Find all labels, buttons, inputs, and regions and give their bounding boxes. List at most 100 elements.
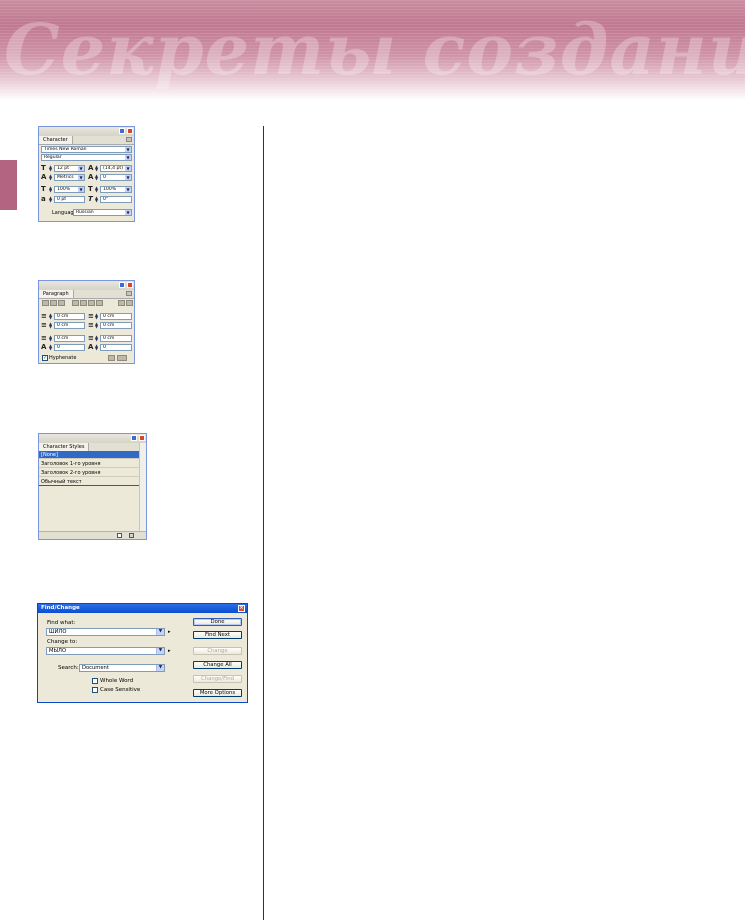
skew-stepper[interactable]: ▲ ▼ [95, 196, 99, 203]
space-after-field[interactable]: 0 cm [100, 335, 132, 342]
minimize-icon[interactable] [119, 128, 125, 134]
close-icon[interactable] [127, 128, 133, 134]
font-size-field[interactable]: 12 pt ▼ [54, 165, 85, 172]
change-find-button[interactable]: Change/Find [193, 675, 242, 683]
leading-field[interactable]: (14,4 pt) ▼ [100, 165, 132, 172]
chevron-down-icon[interactable]: ▼ [125, 175, 131, 180]
change-to-input[interactable]: МЫЛО ▼ [46, 647, 165, 655]
styles-scrollbar[interactable] [139, 443, 146, 534]
case-sensitive-checkbox[interactable] [92, 687, 98, 693]
horizontal-scale-field[interactable]: 100% ▼ [100, 186, 132, 193]
list-item[interactable]: [None] [39, 451, 140, 459]
drop-cap-lines-stepper[interactable]: ▲ ▼ [49, 344, 53, 351]
kerning-field[interactable]: Metrics ▼ [54, 174, 85, 181]
tab-character[interactable]: Character [39, 136, 73, 144]
baseline-shift-field[interactable]: 0 pt [54, 196, 85, 203]
align-left-icon[interactable] [42, 300, 49, 306]
drop-cap-chars-stepper[interactable]: ▲ ▼ [95, 344, 99, 351]
font-family-select[interactable]: Times New Roman ▼ [41, 146, 132, 153]
palette-menu-icon[interactable] [126, 137, 132, 142]
close-icon[interactable] [139, 435, 145, 441]
chevron-down-icon[interactable]: ▼ [125, 187, 131, 192]
font-style-select[interactable]: Regular ▼ [41, 154, 132, 161]
space-before-stepper[interactable]: ▲ ▼ [49, 335, 53, 342]
left-indent-field[interactable]: 0 cm [54, 313, 85, 320]
special-chars-icon[interactable]: ▸ [168, 629, 171, 635]
find-what-value: ШИЛО [49, 629, 67, 635]
first-line-indent-field[interactable]: 0 cm [54, 322, 85, 329]
palette-menu-icon[interactable] [126, 291, 132, 296]
palette-titlebar[interactable] [39, 434, 146, 443]
dialog-titlebar[interactable]: Find/Change × [38, 604, 247, 613]
align-away-spine-icon[interactable] [126, 300, 133, 306]
change-button[interactable]: Change [193, 647, 242, 655]
tab-paragraph[interactable]: Paragraph [39, 290, 74, 298]
align-center-icon[interactable] [50, 300, 57, 306]
right-indent-stepper[interactable]: ▲ ▼ [95, 313, 99, 320]
leading-stepper[interactable]: ▲ ▼ [95, 165, 99, 172]
close-icon[interactable]: × [238, 605, 245, 612]
chevron-down-icon[interactable]: ▼ [156, 629, 164, 635]
more-options-button[interactable]: More Options [193, 689, 242, 697]
chevron-down-icon[interactable]: ▼ [78, 166, 84, 171]
close-icon[interactable] [127, 282, 133, 288]
list-item[interactable]: Заголовок 1-го уровня [39, 460, 140, 468]
find-next-button[interactable]: Find Next [193, 631, 242, 639]
last-line-indent-stepper[interactable]: ▲ ▼ [95, 322, 99, 329]
right-indent-field[interactable]: 0 cm [100, 313, 132, 320]
justify-all-icon[interactable] [96, 300, 103, 306]
language-select[interactable]: Russian ▼ [73, 209, 132, 216]
minimize-icon[interactable] [131, 435, 137, 441]
align-to-grid-off-icon[interactable] [108, 355, 115, 361]
justify-center-icon[interactable] [80, 300, 87, 306]
tracking-field[interactable]: 0 ▼ [100, 174, 132, 181]
case-sensitive-label: Case Sensitive [100, 687, 141, 693]
justify-left-icon[interactable] [72, 300, 79, 306]
horizontal-scale-stepper[interactable]: ▲ ▼ [95, 186, 99, 193]
minimize-icon[interactable] [119, 282, 125, 288]
align-to-grid-on-icon[interactable] [117, 355, 127, 361]
special-chars-icon[interactable]: ▸ [168, 648, 171, 654]
skew-value: 0° [103, 197, 109, 202]
new-style-icon[interactable] [117, 533, 122, 538]
space-before-field[interactable]: 0 cm [54, 335, 85, 342]
leading-value: (14,4 pt) [103, 166, 123, 171]
list-item[interactable]: Обычный текст [39, 478, 140, 486]
align-towards-spine-icon[interactable] [118, 300, 125, 306]
chevron-down-icon[interactable]: ▼ [125, 147, 131, 152]
palette-titlebar[interactable] [39, 127, 134, 136]
find-what-input[interactable]: ШИЛО ▼ [46, 628, 165, 636]
space-after-stepper[interactable]: ▲ ▼ [95, 335, 99, 342]
chevron-down-icon[interactable]: ▼ [125, 166, 131, 171]
first-line-indent-stepper[interactable]: ▲ ▼ [49, 322, 53, 329]
palette-titlebar[interactable] [39, 281, 134, 290]
whole-word-checkbox[interactable] [92, 678, 98, 684]
font-size-stepper[interactable]: ▲ ▼ [49, 165, 53, 172]
chevron-down-icon[interactable]: ▼ [156, 665, 164, 671]
left-indent-stepper[interactable]: ▲ ▼ [49, 313, 53, 320]
search-scope-select[interactable]: Document ▼ [79, 664, 165, 672]
hyphenate-checkbox[interactable]: ✓ [42, 355, 48, 361]
skew-field[interactable]: 0° [100, 196, 132, 203]
drop-cap-chars-field[interactable]: 0 [100, 344, 132, 351]
last-line-indent-field[interactable]: 0 cm [100, 322, 132, 329]
chevron-down-icon[interactable]: ▼ [78, 175, 84, 180]
chevron-down-icon[interactable]: ▼ [125, 210, 131, 215]
drop-cap-lines-field[interactable]: 0 [54, 344, 85, 351]
vertical-scale-stepper[interactable]: ▲ ▼ [49, 186, 53, 193]
chevron-down-icon[interactable]: ▼ [78, 187, 84, 192]
kerning-stepper[interactable]: ▲ ▼ [49, 174, 53, 181]
done-button[interactable]: Done [193, 618, 242, 626]
chevron-down-icon[interactable]: ▼ [125, 155, 131, 160]
tab-character-styles[interactable]: Character Styles [39, 443, 90, 451]
change-all-button[interactable]: Change All [193, 661, 242, 669]
tracking-stepper[interactable]: ▲ ▼ [95, 174, 99, 181]
list-item[interactable]: Заголовок 2-го уровня [39, 469, 140, 477]
baseline-shift-stepper[interactable]: ▲ ▼ [49, 196, 53, 203]
justify-right-icon[interactable] [88, 300, 95, 306]
chevron-down-icon[interactable]: ▼ [156, 648, 164, 654]
vertical-scale-field[interactable]: 100% ▼ [54, 186, 85, 193]
trash-icon[interactable] [129, 533, 134, 538]
dialog-title: Find/Change [41, 605, 80, 611]
align-right-icon[interactable] [58, 300, 65, 306]
